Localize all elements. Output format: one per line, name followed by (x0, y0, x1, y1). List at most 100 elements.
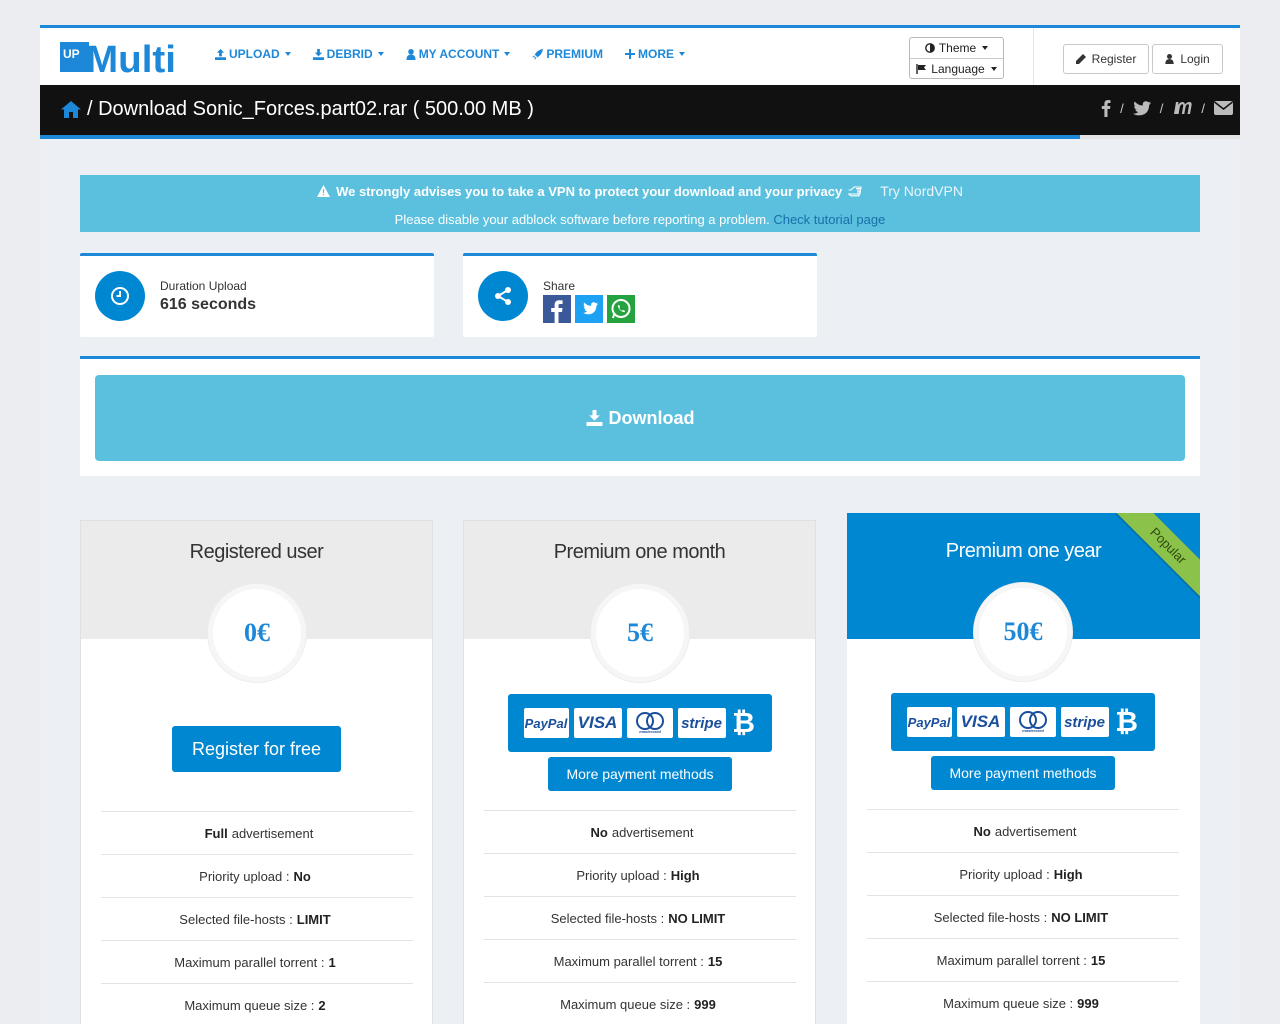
chevron-down-icon (679, 52, 686, 56)
svg-text:mastercard: mastercard (639, 729, 661, 734)
page-title: / Download Sonic_Forces.part02.rar ( 500… (61, 98, 534, 121)
mastercard-icon: mastercard (626, 708, 673, 738)
separator: / (1201, 100, 1205, 116)
paypal-icon: PayPal (523, 708, 569, 738)
duration-value: 616 seconds (160, 296, 257, 313)
register-button[interactable]: Register (1063, 44, 1149, 74)
plan-price: 50€ (974, 583, 1072, 681)
plan-premium-year: Premium one year 50€ PayPal VISA masterc… (847, 513, 1200, 1024)
menu-debrid-label: DEBRID (326, 47, 373, 61)
share-icon-circle (478, 271, 528, 321)
plan-price: 0€ (208, 584, 306, 682)
register-free-button[interactable]: Register for free (172, 726, 341, 772)
twitter-share-icon[interactable] (575, 295, 603, 323)
contrast-icon (924, 43, 935, 53)
visa-icon: VISA (956, 707, 1005, 737)
bitcoin-icon: ₿ (1115, 706, 1138, 737)
feature-row: Priority upload : High (484, 853, 796, 896)
try-nordvpn-link[interactable]: Try NordVPN (880, 183, 963, 199)
plan-registered: Registered user 0€ Register for free Ful… (80, 520, 433, 1024)
feature-row: Selected file-hosts : NO LIMIT (867, 895, 1179, 938)
paypal-icon: PayPal (906, 707, 952, 737)
envelope-icon[interactable] (1214, 101, 1233, 115)
feature-row: Maximum parallel torrent : 15 (484, 939, 796, 982)
theme-label: Theme (938, 41, 977, 55)
plan-title: Registered user (189, 541, 324, 563)
chevron-down-icon (982, 46, 989, 50)
stripe-icon: stripe (1060, 707, 1109, 737)
site-logo[interactable]: UP Multi (60, 38, 178, 81)
logo-up-text: UP (63, 47, 80, 61)
feature-row: Priority upload : No (101, 854, 413, 897)
home-icon[interactable] (61, 101, 81, 118)
theme-dropdown[interactable]: Theme (910, 38, 1003, 58)
download-label: Download (608, 407, 695, 428)
svg-text:mastercard: mastercard (1022, 728, 1044, 733)
twitter-icon[interactable] (1132, 100, 1151, 116)
menu-debrid[interactable]: DEBRID (312, 47, 384, 61)
progress-fill (40, 135, 1081, 139)
user-icon (406, 48, 416, 60)
download-button[interactable]: Download (95, 375, 1185, 461)
pencil-icon (1075, 54, 1086, 64)
menu-premium-label: PREMIUM (546, 47, 604, 61)
payment-methods-button[interactable]: PayPal VISA mastercard stripe ₿ (891, 693, 1155, 751)
tutorial-link[interactable]: Check tutorial page (773, 212, 885, 227)
menu-upload[interactable]: UPLOAD (215, 47, 291, 61)
share-buttons (543, 295, 635, 323)
mewe-icon[interactable] (1172, 101, 1193, 115)
feature-row: Priority upload : High (867, 852, 1179, 895)
language-dropdown[interactable]: Language (910, 58, 1003, 78)
facebook-share-icon[interactable] (543, 295, 571, 323)
alert-line-2: Please disable your adblock software bef… (80, 212, 1200, 227)
stripe-icon: stripe (677, 708, 726, 738)
more-payment-methods-button[interactable]: More payment methods (931, 756, 1115, 790)
chevron-down-icon (284, 52, 291, 56)
share-label: Share (543, 279, 576, 293)
feature-row: Full advertisement (101, 811, 413, 854)
plan-premium-month: Premium one month 5€ PayPal VISA masterc… (463, 520, 816, 1024)
more-payment-methods-button[interactable]: More payment methods (548, 757, 732, 791)
adblock-text: Please disable your adblock software bef… (394, 212, 770, 227)
whatsapp-share-icon[interactable] (607, 295, 635, 323)
bitcoin-icon: ₿ (732, 707, 755, 738)
menu-my-account-label: MY ACCOUNT (418, 47, 500, 61)
alert-line-1: We strongly advises you to take a VPN to… (80, 183, 1200, 199)
feature-row: Maximum parallel torrent : 15 (867, 938, 1179, 981)
logo-main-text: Multi (86, 39, 176, 74)
register-label: Register (1091, 52, 1137, 66)
warning-icon (317, 185, 331, 197)
feature-row: Maximum queue size : 999 (484, 982, 796, 1024)
duration-card: Duration Upload 616 seconds (80, 253, 434, 337)
facebook-icon[interactable] (1101, 99, 1111, 117)
share-card: Share (463, 253, 817, 337)
login-label: Login (1180, 52, 1210, 66)
plan-title: Premium one month (553, 541, 726, 563)
menu-premium[interactable]: PREMIUM (532, 47, 603, 61)
download-icon (586, 410, 602, 426)
plus-icon (625, 49, 636, 59)
separator: / (1120, 100, 1124, 116)
user-icon (1165, 54, 1174, 64)
download-icon (312, 48, 324, 60)
plan-price: 5€ (591, 584, 689, 682)
flag-icon (916, 63, 927, 74)
menu-my-account[interactable]: MY ACCOUNT (406, 47, 511, 61)
top-navbar: UP Multi UPLOAD DEBRID MY ACCOUNT PREMIU… (40, 28, 1240, 85)
main-menu: UPLOAD DEBRID MY ACCOUNT PREMIUM MORE (215, 47, 686, 61)
rocket-icon (532, 48, 544, 60)
feature-row: Selected file-hosts : NO LIMIT (484, 896, 796, 939)
menu-more[interactable]: MORE (625, 47, 686, 61)
progress-bar (40, 135, 1240, 139)
feature-row: No advertisement (484, 810, 796, 853)
feature-row: Maximum queue size : 999 (867, 981, 1179, 1024)
clock-icon (111, 287, 129, 305)
upload-icon (215, 48, 226, 60)
vpn-alert: We strongly advises you to take a VPN to… (80, 175, 1200, 232)
payment-methods-button[interactable]: PayPal VISA mastercard stripe ₿ (508, 694, 772, 752)
login-button[interactable]: Login (1152, 44, 1223, 74)
share-icon (495, 287, 511, 305)
navbar-divider (1033, 28, 1034, 85)
hand-pointer-icon (848, 185, 862, 196)
language-label: Language (931, 61, 985, 76)
